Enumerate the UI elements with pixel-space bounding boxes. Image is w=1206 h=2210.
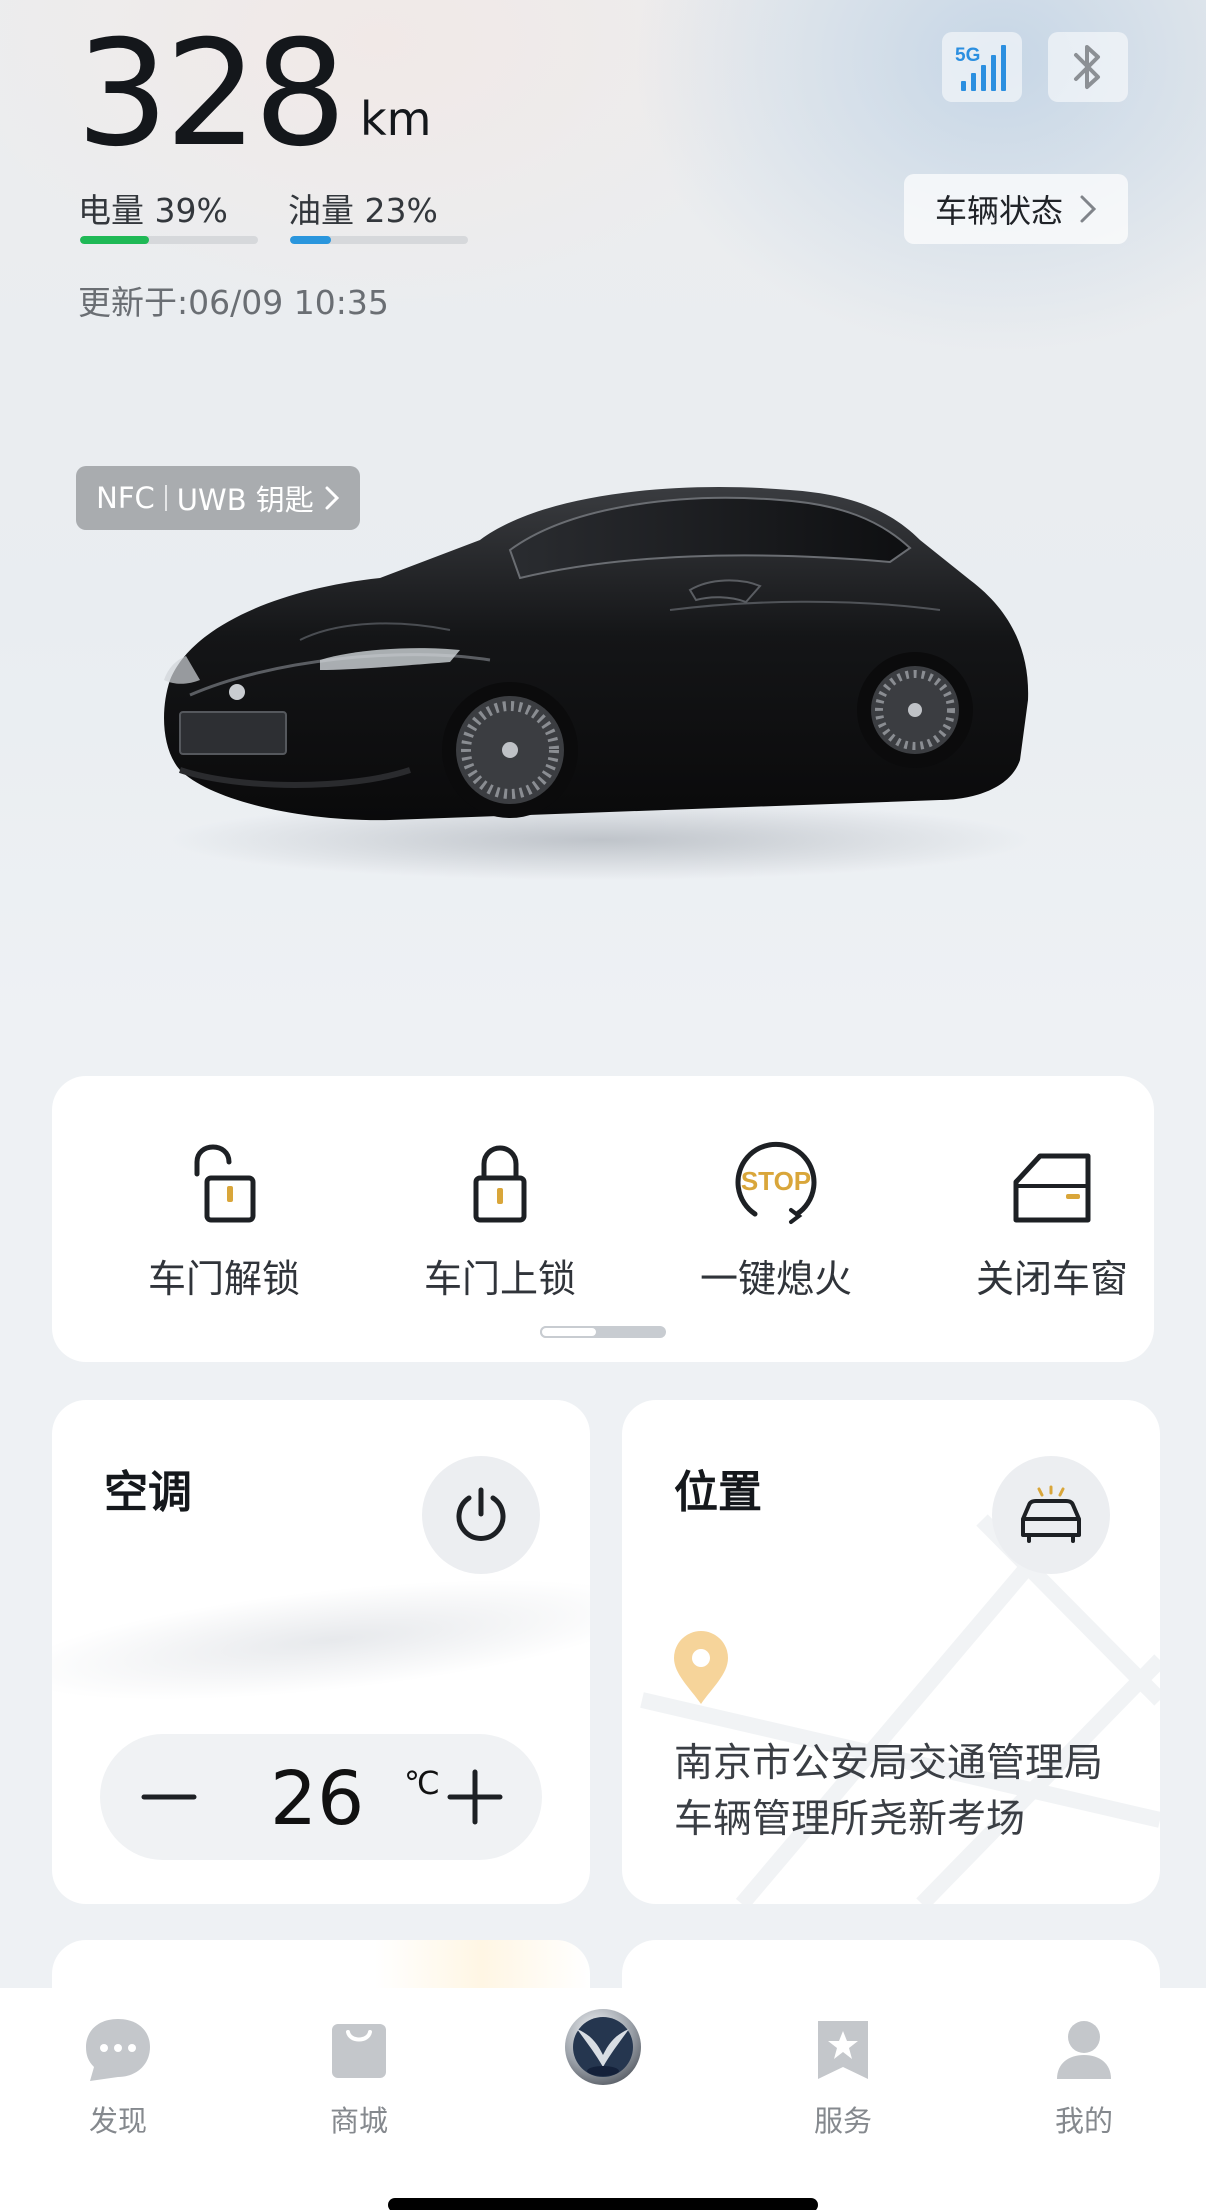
minus-icon[interactable]: [134, 1762, 204, 1832]
stop-engine-icon: STOP: [735, 1141, 817, 1224]
lock-icon: [473, 1145, 527, 1223]
network-badge-text: 5G: [955, 45, 980, 66]
tab-home[interactable]: [523, 1992, 683, 2102]
page-indicator: [540, 1326, 666, 1338]
vehicle-status-label: 车辆状态: [934, 192, 1063, 230]
quick-action-label: 车门解锁: [147, 1257, 300, 1301]
tab-label: 服务: [813, 2104, 872, 2138]
unlock-icon: [194, 1144, 256, 1223]
range-value: 328: [76, 9, 347, 179]
range-unit: km: [360, 92, 432, 146]
fuel-meter: 油量 23%: [288, 184, 468, 244]
fuel-bar-fill: [290, 236, 331, 244]
chevron-right-icon: [1080, 195, 1097, 223]
temperature-value: 26: [270, 1756, 365, 1842]
vehicle-status-button[interactable]: 车辆状态: [904, 174, 1128, 244]
location-address: 南京市公安局交通管理局车辆管理所尧新考场: [674, 1741, 1104, 1842]
quick-action-label: 关闭车窗: [975, 1257, 1128, 1301]
bottom-tab-bar: 发现 商城 服务 我的: [0, 1988, 1206, 2210]
climate-power-button[interactable]: [422, 1456, 540, 1574]
home-indicator: [388, 2198, 818, 2210]
temperature-unit: ℃: [404, 1764, 440, 1802]
nfc-label: NFC: [96, 481, 155, 515]
temperature-control: 26 ℃: [100, 1734, 542, 1860]
updated-time: 更新于:06/09 10:35: [78, 283, 389, 322]
quick-action-label: 车门上锁: [423, 1257, 576, 1301]
bluetooth-icon: [1074, 45, 1100, 89]
fuel-label: 油量 23%: [288, 191, 438, 230]
battery-bar: [80, 236, 258, 244]
tab-mall[interactable]: 商城: [279, 2010, 439, 2140]
climate-title: 空调: [104, 1467, 192, 1518]
battery-label: 电量 39%: [78, 191, 228, 230]
location-card[interactable]: 位置 南京市公安局交通管理局车辆管理所尧新考场: [622, 1400, 1160, 1904]
page-indicator-current: [540, 1326, 598, 1338]
quick-action-unlock[interactable]: 车门解锁: [104, 1136, 344, 1303]
quick-actions-card: 车门解锁 车门上锁 STOP 一键熄火 关闭车窗: [52, 1076, 1154, 1362]
tab-service[interactable]: 服务: [763, 2010, 923, 2140]
tab-label: 我的: [1054, 2104, 1113, 2138]
plus-icon[interactable]: [440, 1762, 510, 1832]
bluetooth-button[interactable]: [1048, 32, 1128, 102]
chat-bubble-icon: [86, 2019, 150, 2081]
shopping-bag-icon: [332, 2024, 386, 2078]
tab-label: 发现: [88, 2104, 147, 2138]
star-bookmark-icon: [818, 2021, 868, 2079]
stop-text: STOP: [741, 1166, 811, 1196]
window-icon: [1013, 1153, 1091, 1223]
car-image: [164, 487, 1030, 880]
battery-bar-fill: [80, 236, 150, 244]
location-title: 位置: [674, 1467, 762, 1518]
power-icon: [456, 1487, 506, 1541]
tab-discover[interactable]: 发现: [38, 2010, 198, 2140]
quick-action-close-window[interactable]: 关闭车窗: [932, 1136, 1172, 1303]
battery-meter: 电量 39%: [78, 184, 258, 244]
quick-action-lock[interactable]: 车门上锁: [380, 1136, 620, 1303]
network-signal-button[interactable]: 5G: [942, 32, 1022, 102]
quick-action-stop-engine[interactable]: STOP 一键熄火: [656, 1136, 896, 1303]
fuel-bar: [290, 236, 468, 244]
location-pin-icon: [674, 1631, 728, 1704]
tab-label: 商城: [329, 2104, 388, 2138]
brand-logo-icon: [565, 2009, 641, 2085]
signal-5g-icon: 5G: [955, 45, 1006, 91]
tab-mine[interactable]: 我的: [1004, 2010, 1164, 2140]
locate-car-button[interactable]: [992, 1456, 1110, 1574]
car-locate-icon: [1021, 1485, 1081, 1543]
climate-card[interactable]: 空调 26 ℃: [52, 1400, 590, 1904]
quick-action-label: 一键熄火: [699, 1257, 852, 1301]
person-icon: [1057, 2021, 1111, 2079]
